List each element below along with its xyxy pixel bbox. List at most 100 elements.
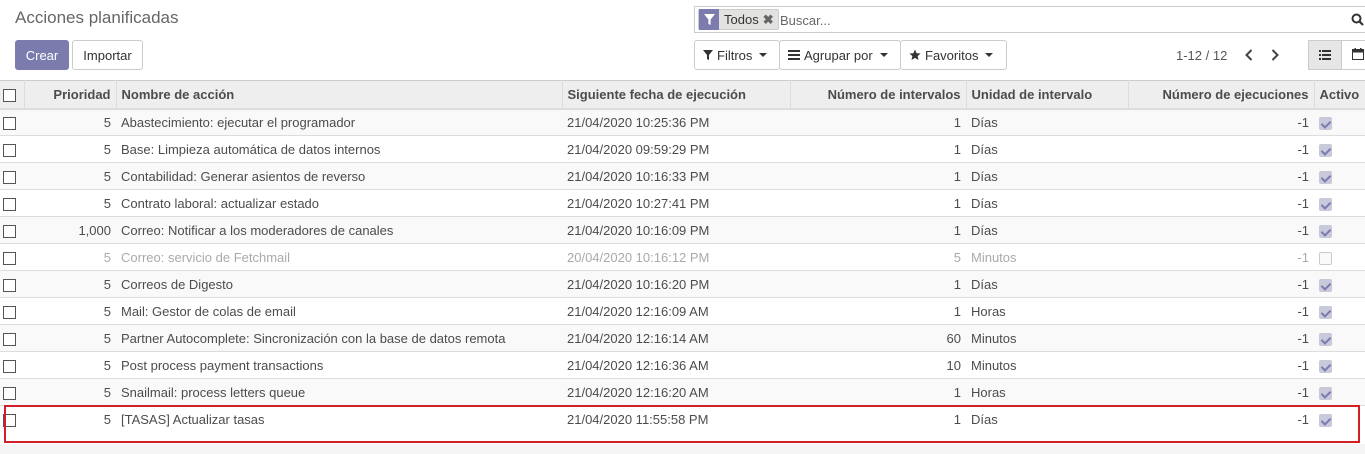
active-checkbox — [1319, 332, 1332, 346]
cell-numbercall: -1 — [1297, 411, 1309, 427]
search-bar: Todos ✖ — [694, 6, 1365, 33]
cell-numbercall: -1 — [1297, 141, 1309, 157]
cell-interval-number: 1 — [953, 222, 961, 238]
column-header-interval-unit[interactable]: Unidad de intervalo — [965, 80, 1128, 110]
search-facet: Todos ✖ — [698, 9, 779, 30]
cell-priority: 5 — [103, 141, 111, 157]
list-icon — [788, 50, 800, 60]
cell-active — [1314, 136, 1365, 163]
cell-interval-unit: Días — [971, 114, 998, 130]
table-row[interactable]: 5 Mail: Gestor de colas de email 21/04/202… — [0, 297, 1365, 325]
table-row[interactable]: 5 [TASAS] Actualizar tasas 21/04/2020 11:5… — [0, 405, 1365, 433]
table-row[interactable]: 5 Correo: servicio de Fetchmail 20/04/2020… — [0, 243, 1365, 271]
cell-next-date: 21/04/2020 12:16:14 AM — [567, 330, 709, 346]
row-select-cell — [0, 109, 24, 136]
cell-interval-number: 5 — [953, 249, 961, 265]
table-row[interactable]: 5 Partner Autocomplete: Sincronización co… — [0, 324, 1365, 352]
cell-active — [1314, 406, 1365, 433]
row-select-cell — [0, 406, 24, 433]
cell-interval-unit: Horas — [971, 303, 1006, 319]
import-button[interactable]: Importar — [72, 40, 143, 70]
row-select-cell — [0, 217, 24, 244]
calendar-view-button[interactable] — [1341, 40, 1365, 70]
list-view-button[interactable] — [1308, 40, 1342, 70]
page-title: Acciones planificadas — [15, 8, 179, 27]
facet-remove-icon[interactable]: ✖ — [763, 12, 778, 28]
active-checkbox — [1319, 251, 1332, 265]
active-checkbox — [1319, 413, 1332, 427]
pager-value[interactable]: 1-12 / 12 — [1176, 48, 1227, 63]
row-checkbox[interactable] — [3, 170, 16, 184]
cell-next-date: 21/04/2020 12:16:20 AM — [567, 384, 709, 400]
list-view: Prioridad Nombre de acción Siguiente fec… — [0, 80, 1365, 433]
search-icon[interactable] — [1351, 13, 1364, 29]
chevron-down-icon — [879, 53, 888, 57]
cell-active — [1314, 190, 1365, 217]
cell-next-date: 21/04/2020 10:16:33 PM — [567, 168, 710, 184]
table-row[interactable]: 5 Post process payment transactions 21/04/… — [0, 351, 1365, 379]
cell-numbercall: -1 — [1297, 384, 1309, 400]
cell-next-date: 21/04/2020 09:59:29 PM — [567, 141, 710, 157]
row-checkbox[interactable] — [3, 197, 16, 211]
table-row[interactable]: 1,000 Correo: Notificar a los moderadores… — [0, 216, 1365, 244]
row-select-cell — [0, 190, 24, 217]
group-by-label: Agrupar por — [804, 47, 873, 63]
row-checkbox[interactable] — [3, 116, 16, 130]
row-checkbox[interactable] — [3, 386, 16, 400]
table-row[interactable]: 5 Base: Limpieza automática de datos inte… — [0, 135, 1365, 163]
column-header-priority[interactable]: Prioridad — [23, 80, 116, 110]
column-header-next-date[interactable]: Siguiente fecha de ejecución — [561, 80, 790, 110]
row-select-cell — [0, 352, 24, 379]
row-checkbox[interactable] — [3, 143, 16, 157]
filters-dropdown-button[interactable]: Filtros — [694, 40, 780, 70]
row-checkbox[interactable] — [3, 359, 16, 373]
row-select-cell — [0, 136, 24, 163]
cell-active — [1314, 163, 1365, 190]
table-row[interactable]: 5 Contabilidad: Generar asientos de rever… — [0, 162, 1365, 190]
select-all-cell — [0, 80, 24, 110]
column-header-numbercall[interactable]: Número de ejecuciones — [1127, 80, 1314, 110]
row-checkbox[interactable] — [3, 332, 16, 346]
favorites-dropdown-button[interactable]: Favoritos — [900, 40, 1007, 70]
row-checkbox[interactable] — [3, 278, 16, 292]
table-row[interactable]: 5 Abastecimiento: ejecutar el programador… — [0, 108, 1365, 136]
cell-interval-number: 1 — [953, 168, 961, 184]
cell-numbercall: -1 — [1297, 222, 1309, 238]
active-checkbox — [1319, 224, 1332, 238]
search-input[interactable] — [780, 10, 1340, 30]
column-header-interval-number[interactable]: Número de intervalos — [789, 80, 966, 110]
column-header-active[interactable]: Activo — [1313, 80, 1365, 110]
cell-priority: 5 — [103, 168, 111, 184]
cell-name: Snailmail: process letters queue — [121, 384, 306, 400]
cell-numbercall: -1 — [1297, 330, 1309, 346]
cell-active — [1314, 244, 1365, 271]
active-checkbox — [1319, 116, 1332, 130]
cell-name: Correos de Digesto — [121, 276, 233, 292]
cell-active — [1314, 352, 1365, 379]
column-header-name[interactable]: Nombre de acción — [115, 80, 562, 110]
cell-name: Correo: Notificar a los moderadores de c… — [121, 222, 394, 238]
row-checkbox[interactable] — [3, 413, 16, 427]
select-all-checkbox[interactable] — [3, 88, 16, 102]
row-checkbox[interactable] — [3, 251, 16, 265]
table-row[interactable]: 5 Snailmail: process letters queue 21/04/2… — [0, 378, 1365, 406]
row-checkbox[interactable] — [3, 305, 16, 319]
table-row[interactable]: 5 Contrato laboral: actualizar estado 21/0… — [0, 189, 1365, 217]
group-by-dropdown-button[interactable]: Agrupar por — [779, 40, 901, 70]
row-select-cell — [0, 244, 24, 271]
create-button[interactable]: Crear — [15, 40, 69, 70]
cell-priority: 5 — [103, 276, 111, 292]
cell-active — [1314, 217, 1365, 244]
cell-next-date: 21/04/2020 11:55:58 PM — [567, 411, 709, 427]
chevron-right-icon[interactable] — [1268, 46, 1282, 64]
row-checkbox[interactable] — [3, 224, 16, 238]
cell-interval-unit: Días — [971, 411, 998, 427]
table-row[interactable]: 5 Correos de Digesto 21/04/2020 10:16:20 P… — [0, 270, 1365, 298]
scheduled-actions-table: Prioridad Nombre de acción Siguiente fec… — [0, 80, 1365, 433]
cell-name: Contabilidad: Generar asientos de revers… — [121, 168, 366, 184]
chevron-left-icon[interactable] — [1242, 46, 1256, 64]
cell-active — [1314, 325, 1365, 352]
cell-interval-unit: Minutos — [971, 330, 1017, 346]
cell-interval-number: 1 — [953, 195, 961, 211]
filter-icon — [703, 50, 713, 60]
